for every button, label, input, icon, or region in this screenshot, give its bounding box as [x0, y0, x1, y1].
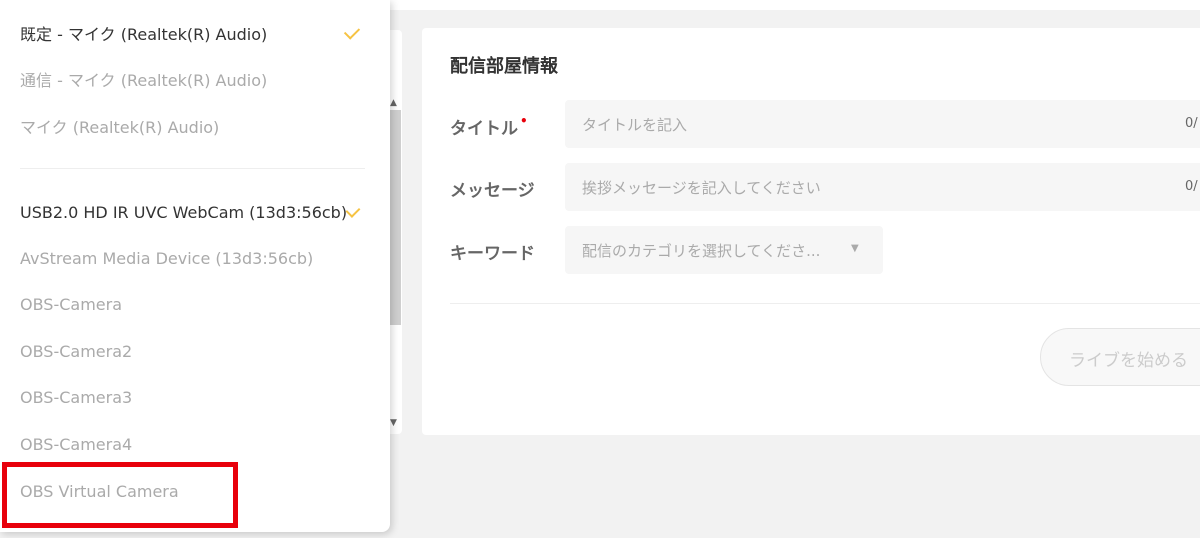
option-label: 既定 - マイク (Realtek(R) Audio)	[20, 25, 268, 44]
video-device-option[interactable]: OBS-Camera4	[20, 429, 365, 459]
title-label: タイトル •	[450, 114, 528, 139]
card-title: 配信部屋情報	[450, 56, 558, 77]
card-divider	[450, 303, 1200, 304]
title-input[interactable]: タイトルを記入 0/	[565, 100, 1200, 148]
audio-device-option[interactable]: マイク (Realtek(R) Audio)	[20, 111, 365, 141]
video-device-option[interactable]: USB2.0 HD IR UVC WebCam (13d3:56cb)	[20, 197, 365, 227]
top-strip	[380, 0, 1200, 10]
check-icon	[343, 22, 361, 40]
dropdown-divider	[20, 168, 365, 169]
message-placeholder: 挨拶メッセージを記入してください	[582, 179, 821, 197]
scrollbar[interactable]: ▲ ▼	[389, 98, 401, 428]
check-icon	[345, 202, 361, 218]
video-device-option[interactable]: OBS-Camera3	[20, 382, 365, 412]
keyword-label: キーワード	[450, 244, 535, 264]
audio-device-option[interactable]: 既定 - マイク (Realtek(R) Audio)	[20, 18, 365, 48]
title-char-count: 0/	[1185, 116, 1198, 131]
option-label: OBS-Camera3	[20, 387, 133, 407]
red-highlight-box	[2, 462, 238, 528]
scroll-up-icon[interactable]: ▲	[390, 98, 397, 108]
message-input[interactable]: 挨拶メッセージを記入してください 0/	[565, 163, 1200, 211]
video-device-option[interactable]: AvStream Media Device (13d3:56cb)	[20, 243, 365, 273]
scrollbar-thumb[interactable]	[389, 110, 401, 325]
message-char-count: 0/	[1185, 179, 1198, 194]
title-label-text: タイトル	[450, 119, 518, 139]
option-label: 通信 - マイク (Realtek(R) Audio)	[20, 71, 268, 90]
option-label: マイク (Realtek(R) Audio)	[20, 118, 220, 137]
option-label: AvStream Media Device (13d3:56cb)	[20, 248, 314, 268]
start-live-button[interactable]: ライブを始める	[1040, 328, 1200, 386]
title-placeholder: タイトルを記入	[582, 116, 688, 134]
video-device-option[interactable]: OBS-Camera	[20, 289, 365, 319]
room-info-card: 配信部屋情報 タイトル • タイトルを記入 0/ メッセージ 挨拶メッセージを記入…	[422, 28, 1200, 435]
chevron-down-icon: ▼	[851, 243, 859, 254]
scroll-down-icon[interactable]: ▼	[390, 418, 397, 428]
message-label: メッセージ	[450, 181, 535, 201]
option-label: USB2.0 HD IR UVC WebCam (13d3:56cb)	[20, 202, 348, 222]
keyword-placeholder: 配信のカテゴリを選択してくださ...	[582, 242, 821, 260]
device-dropdown: 既定 - マイク (Realtek(R) Audio) 通信 - マイク (Re…	[0, 0, 390, 532]
start-live-label: ライブを始める	[1069, 351, 1188, 371]
option-label: OBS-Camera	[20, 294, 123, 314]
keyword-select[interactable]: 配信のカテゴリを選択してくださ... ▼	[565, 226, 883, 274]
option-label: OBS-Camera4	[20, 434, 133, 454]
video-device-option[interactable]: OBS-Camera2	[20, 336, 365, 366]
option-label: OBS-Camera2	[20, 341, 133, 361]
required-mark: •	[520, 114, 528, 128]
audio-device-option[interactable]: 通信 - マイク (Realtek(R) Audio)	[20, 64, 365, 94]
